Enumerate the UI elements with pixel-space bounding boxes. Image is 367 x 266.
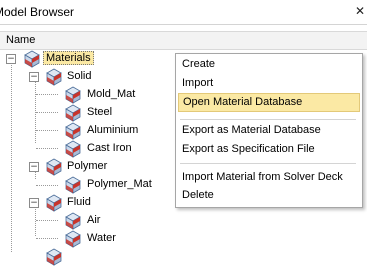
- tree-node-label: Cast Iron: [87, 142, 132, 154]
- menu-item-export-material-database[interactable]: Export as Material Database: [178, 122, 358, 139]
- tree-node-label: Water: [87, 232, 116, 244]
- collapse-toggle-icon[interactable]: −: [29, 198, 39, 208]
- tree-node-label: Solid: [67, 70, 92, 82]
- tree-node-steel[interactable]: Steel: [0, 104, 180, 122]
- material-icon: [64, 104, 82, 122]
- tree-node-polymer-mat[interactable]: Polymer_Mat: [0, 176, 180, 194]
- menu-item-label: Import Material from Solver Deck: [182, 171, 343, 183]
- tree-node-air[interactable]: Air: [0, 212, 180, 230]
- menu-item-export-specification-file[interactable]: Export as Specification File: [178, 141, 358, 158]
- menu-item-label: Create: [182, 58, 216, 70]
- close-icon[interactable]: ✕: [355, 4, 365, 18]
- tree-node-solid[interactable]: − Solid: [0, 68, 180, 86]
- menu-item-label: Import: [182, 77, 214, 89]
- menu-separator: [180, 119, 356, 120]
- tree-node-label: Air: [87, 214, 101, 226]
- tree-node-label: Aluminium: [87, 124, 139, 136]
- menu-item-import[interactable]: Import: [178, 75, 358, 92]
- material-icon: [64, 122, 82, 140]
- tree-node-mold-mat[interactable]: Mold_Mat: [0, 86, 180, 104]
- menu-item-label: Open Material Database: [183, 96, 303, 108]
- tree-node-cast-iron[interactable]: Cast Iron: [0, 140, 180, 158]
- material-icon: [64, 230, 82, 248]
- material-icon: [45, 194, 63, 212]
- tree-column-header[interactable]: Name: [0, 31, 367, 50]
- collapse-toggle-icon[interactable]: −: [29, 72, 39, 82]
- tree-node-label: Polymer_Mat: [87, 178, 152, 190]
- name-column-label: Name: [6, 34, 36, 46]
- material-icon: [64, 86, 82, 104]
- tree-node-label: Mold_Mat: [87, 88, 136, 100]
- collapse-toggle-icon[interactable]: −: [6, 54, 16, 64]
- menu-item-delete[interactable]: Delete: [178, 187, 358, 204]
- tree-node-label: Materials: [43, 51, 94, 65]
- menu-separator: [180, 163, 356, 164]
- tree-node-materials[interactable]: − Materials: [0, 50, 180, 68]
- collapse-toggle-icon[interactable]: −: [29, 162, 39, 172]
- material-icon: [64, 212, 82, 230]
- tree-node-label: Steel: [87, 106, 113, 118]
- material-icon: [64, 140, 82, 158]
- tree-node-label: Fluid: [67, 196, 91, 208]
- material-icon: [64, 176, 82, 194]
- menu-item-open-material-database[interactable]: Open Material Database: [178, 93, 360, 112]
- panel-title: Model Browser: [0, 5, 75, 19]
- tree-node-fluid[interactable]: − Fluid: [0, 194, 180, 212]
- menu-item-import-from-solver-deck[interactable]: Import Material from Solver Deck: [178, 169, 358, 186]
- material-icon: [45, 158, 63, 176]
- tree-node-polymer[interactable]: − Polymer: [0, 158, 180, 176]
- tree-node-water[interactable]: Water: [0, 230, 180, 248]
- menu-item-label: Delete: [182, 189, 214, 201]
- menu-item-label: Export as Specification File: [182, 143, 315, 155]
- menu-item-label: Export as Material Database: [182, 124, 321, 136]
- tree-node-label: Polymer: [67, 160, 108, 172]
- title-bar: Model Browser ✕: [0, 0, 367, 25]
- context-menu: Create Import Open Material Database Exp…: [175, 53, 363, 208]
- tree-node-aluminium[interactable]: Aluminium: [0, 122, 180, 140]
- material-icon: [45, 68, 63, 86]
- menu-item-create[interactable]: Create: [178, 56, 358, 73]
- material-icon: [23, 50, 41, 68]
